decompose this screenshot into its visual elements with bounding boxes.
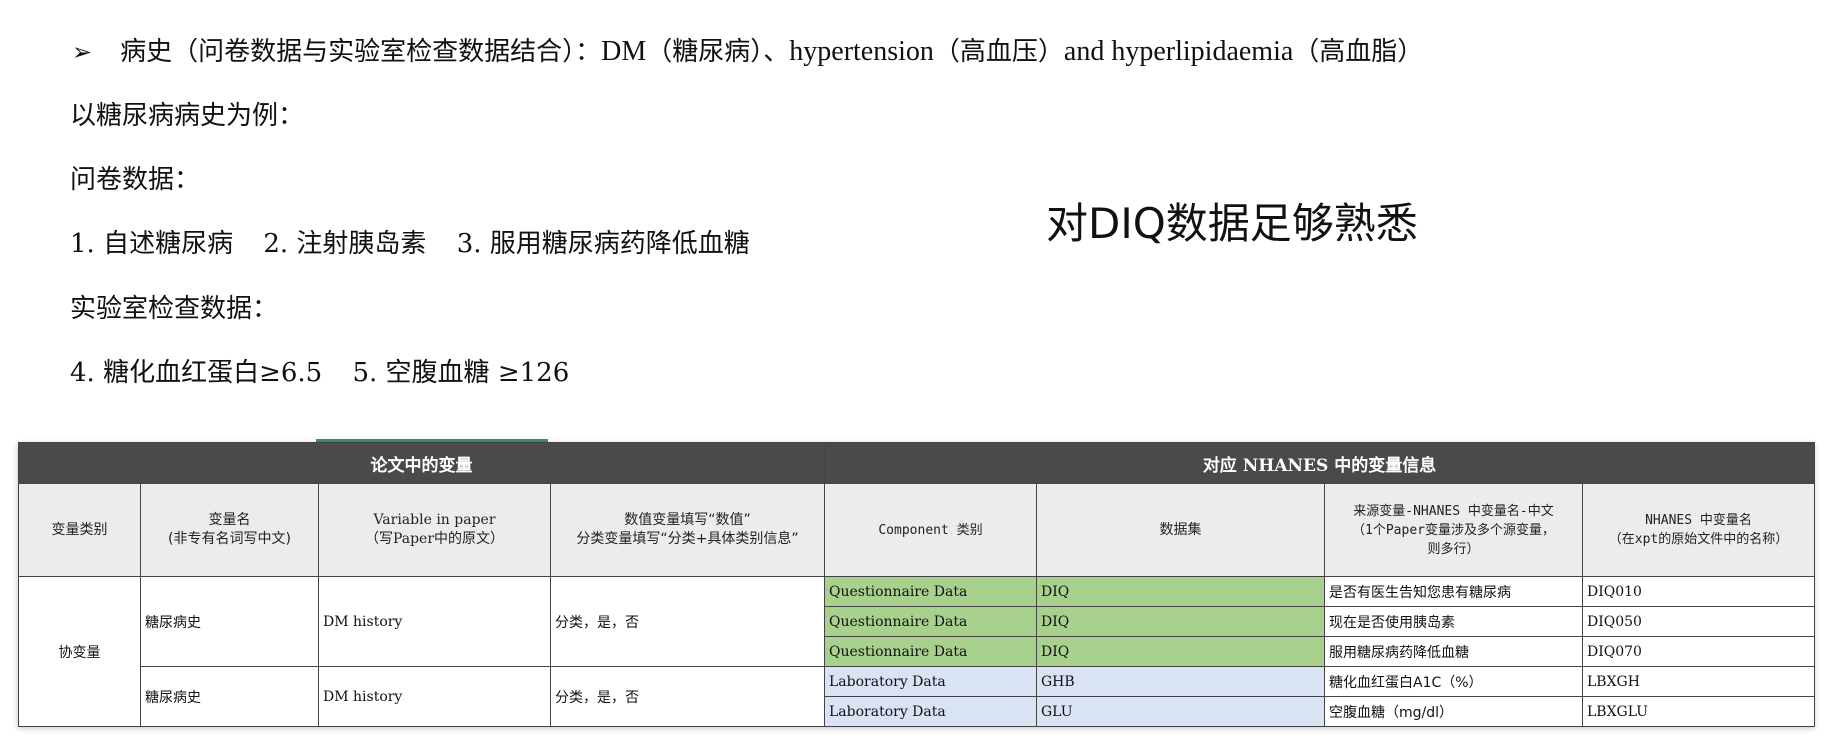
questionnaire-heading: 问卷数据： (70, 165, 201, 195)
cell-category: 协变量 (18, 576, 141, 727)
cell-name-en: DM history (318, 576, 551, 667)
cell-var: LBXGLU (1581, 696, 1816, 727)
cell-name-cn: 糖尿病史 (140, 576, 319, 667)
cell-source-cn: 现在是否使用胰岛素 (1324, 606, 1583, 637)
cell-source-cn: 糖化血红蛋白A1C（%） (1324, 666, 1583, 697)
hypertension-cn-label: （高血压） (933, 37, 1064, 67)
cell-var: LBXGH (1581, 666, 1816, 697)
header-value-type: 数值变量填写“数值” 分类变量填写“分类+具体类别信息” (550, 483, 825, 577)
history-prefix: 病史（问卷数据与实验室检查数据结合）： (120, 37, 602, 67)
cell-value-type: 分类，是，否 (550, 576, 825, 667)
cell-dataset: GLU (1036, 696, 1325, 727)
cell-component: Laboratory Data (824, 666, 1037, 697)
cell-dataset: GHB (1036, 666, 1325, 697)
item-self-report: 1. 自述糖尿病 (70, 229, 234, 259)
cell-component: Questionnaire Data (824, 576, 1037, 607)
item-fasting-glucose: 5. 空腹血糖 ≥126 (352, 358, 570, 388)
band-nhanes-variables: 对应 NHANES 中的变量信息 (823, 442, 1816, 484)
cell-dataset: DIQ (1036, 576, 1325, 607)
bullet-line-history: ➢ 病史（问卷数据与实验室检查数据结合）： DM （糖尿病）、 hyperten… (70, 35, 1423, 69)
cell-dataset: DIQ (1036, 636, 1325, 667)
cell-var: DIQ010 (1581, 576, 1816, 607)
header-component: Component 类别 (824, 483, 1037, 577)
hypertension-label: hypertension (789, 36, 934, 67)
header-category: 变量类别 (18, 483, 141, 577)
header-var-name: 变量名 (非专有名词写中文) (140, 483, 319, 577)
example-heading: 以糖尿病病史为例： (70, 101, 305, 131)
cell-var: DIQ050 (1581, 606, 1816, 637)
item-oral-meds: 3. 服用糖尿病药降低血糖 (456, 229, 750, 259)
table-row: 协变量 糖尿病史 DM history 分类，是，否 Questionnaire… (18, 576, 1816, 727)
item-insulin: 2. 注射胰岛素 (263, 229, 427, 259)
diq-note: 对DIQ数据足够熟悉 (1046, 199, 1418, 248)
cell-var: DIQ070 (1581, 636, 1816, 667)
header-source-var: 来源变量-NHANES 中变量名-中文 （1个Paper变量涉及多个源变量， 则… (1324, 483, 1583, 577)
cell-component: Questionnaire Data (824, 606, 1037, 637)
cell-name-en: DM history (318, 666, 551, 727)
dm-label: DM (601, 36, 647, 67)
lab-items: 4. 糖化血红蛋白≥6.5 5. 空腹血糖 ≥126 (70, 356, 569, 390)
cell-source-cn: 是否有医生告知您患有糖尿病 (1324, 576, 1583, 607)
dm-cn-label: （糖尿病）、 (646, 37, 790, 67)
header-nhanes-var: NHANES 中变量名 （在xpt的原始文件中的名称） (1581, 483, 1816, 577)
cell-dataset: DIQ (1036, 606, 1325, 637)
hyperlipidaemia-label: and hyperlipidaemia (1063, 36, 1294, 67)
cell-source-cn: 服用糖尿病药降低血糖 (1324, 636, 1583, 667)
cell-name-cn: 糖尿病史 (140, 666, 319, 727)
table-row: 糖尿病史 DM history 分类，是，否 Laboratory Data G… (19, 666, 1816, 727)
cell-component: Laboratory Data (824, 696, 1037, 727)
header-var-in-paper: Variable in paper （写Paper中的原文） (318, 483, 551, 577)
lab-heading: 实验室检查数据： (70, 294, 279, 324)
hyperlipidaemia-cn-label: （高血脂） (1293, 37, 1424, 67)
cell-source-cn: 空腹血糖（mg/dl） (1324, 696, 1583, 727)
questionnaire-items: 1. 自述糖尿病 2. 注射胰岛素 3. 服用糖尿病药降低血糖 (70, 227, 750, 261)
item-hba1c: 4. 糖化血红蛋白≥6.5 (70, 358, 323, 388)
band-paper-variables: 论文中的变量 (18, 442, 825, 484)
header-dataset: 数据集 (1036, 483, 1325, 577)
arrow-bullet-icon: ➢ (72, 38, 93, 66)
cell-component: Questionnaire Data (824, 636, 1037, 667)
cell-value-type: 分类，是，否 (550, 666, 825, 727)
variable-table: 论文中的变量 对应 NHANES 中的变量信息 变量类别 变量名 (非专有名词写… (18, 442, 1816, 727)
